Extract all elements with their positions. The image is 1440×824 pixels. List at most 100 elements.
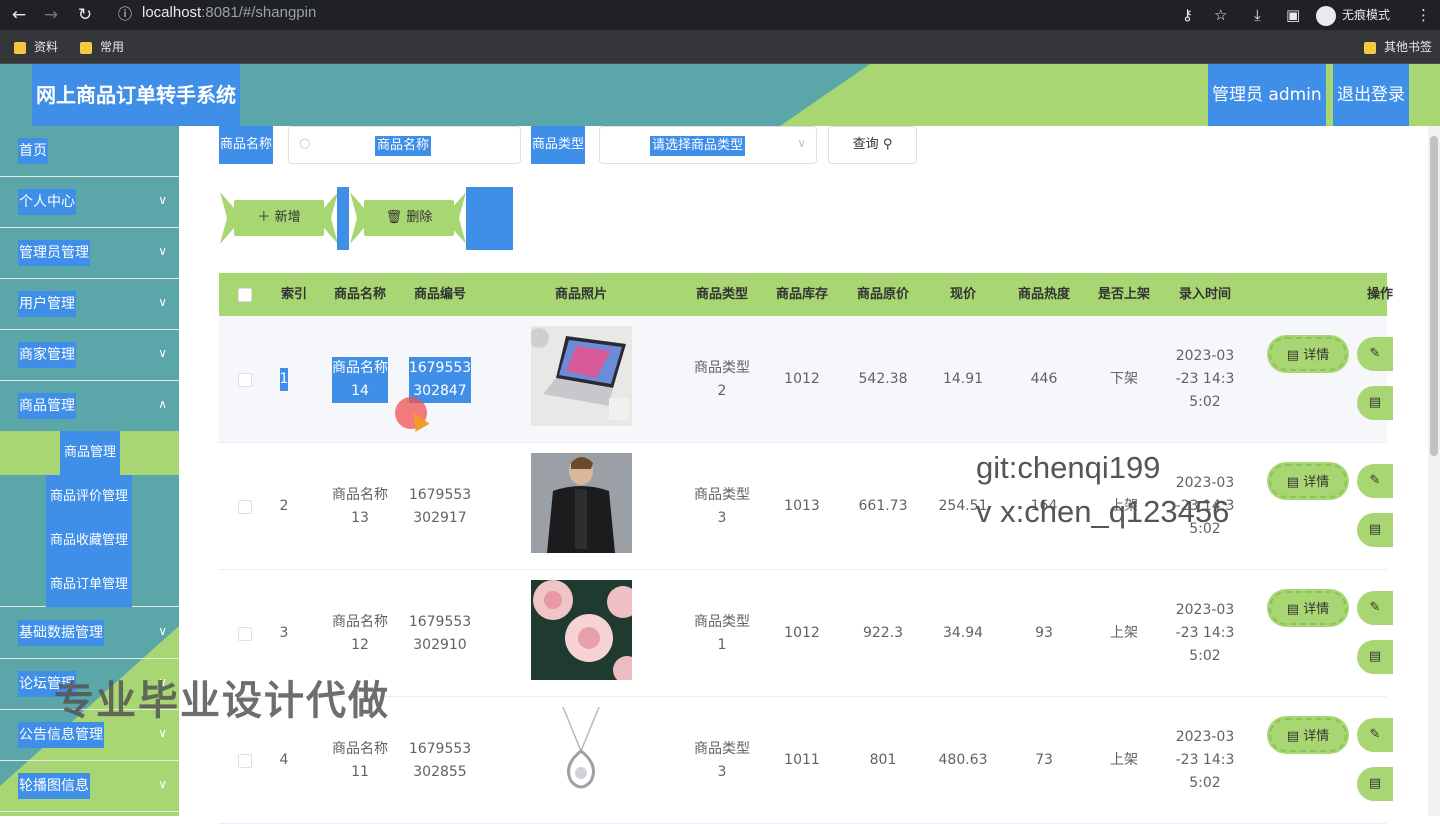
row-status: 上架 bbox=[1110, 625, 1138, 641]
row-status: 上架 bbox=[1110, 498, 1138, 514]
menu-icon[interactable]: ⋮ bbox=[1416, 4, 1431, 26]
table-row[interactable]: 1 商品名称 14 1679553 302847 商品类型 2 1012 542.38… bbox=[219, 316, 1393, 443]
column-header: 操作 bbox=[1367, 287, 1394, 302]
document-icon: ▤ bbox=[1286, 729, 1300, 744]
search-icon: ⚲ bbox=[882, 137, 893, 152]
document-icon: ▤ bbox=[1286, 475, 1300, 490]
row-stock: 1013 bbox=[784, 498, 820, 514]
table-row[interactable]: 3 商品名称 12 1679553 302910 商品类型 1 1012 922.3 … bbox=[219, 570, 1393, 697]
search-name-input[interactable]: ○ 商品名称 bbox=[288, 126, 521, 164]
edit-button[interactable]: ✎ bbox=[1357, 337, 1393, 371]
incognito-indicator[interactable]: 无痕模式 bbox=[1316, 4, 1390, 26]
forward-icon[interactable]: → bbox=[40, 4, 62, 26]
table-row[interactable]: 2 商品名称 13 1679553 302917 商品类型 3 1013 661.73… bbox=[219, 443, 1393, 570]
row-checkbox[interactable] bbox=[238, 500, 252, 514]
delete-button[interactable]: 🗑 删除 bbox=[364, 200, 454, 236]
row-checkbox[interactable] bbox=[238, 373, 252, 387]
chevron-down-icon: ∨ bbox=[158, 777, 167, 791]
row-code: 1679553 302917 bbox=[408, 486, 472, 526]
row-type: 商品类型 3 bbox=[694, 740, 750, 780]
edit-button[interactable]: ✎ bbox=[1357, 464, 1393, 498]
sidebar-item-basedata[interactable]: 基础数据管理 ∨ bbox=[0, 608, 179, 659]
detail-button[interactable]: ▤ 详情 bbox=[1269, 591, 1347, 625]
bookmark-folder-1[interactable]: 资料 bbox=[14, 38, 58, 56]
row-name: 商品名称 14 bbox=[332, 356, 388, 403]
sidebar-subitem-label: 商品管理 bbox=[60, 431, 121, 475]
more-button[interactable]: ▤ bbox=[1357, 386, 1393, 420]
chevron-down-icon: ∨ bbox=[158, 193, 167, 207]
sidebar-item-label: 商品管理 bbox=[18, 393, 76, 419]
more-button[interactable]: ▤ bbox=[1357, 640, 1393, 674]
sidebar-item-label: 轮播图信息 bbox=[18, 773, 90, 799]
sidebar-item-carousel[interactable]: 轮播图信息 ∨ bbox=[0, 761, 179, 812]
row-code: 1679553 302847 bbox=[408, 356, 472, 403]
column-header: 索引 bbox=[280, 287, 307, 302]
sidebar-item-merchants[interactable]: 商家管理 ∨ bbox=[0, 330, 179, 381]
info-icon[interactable]: ⓘ bbox=[114, 4, 136, 26]
document-icon: ▤ bbox=[1368, 522, 1382, 537]
row-name: 商品名称 13 bbox=[332, 486, 388, 526]
detail-button[interactable]: ▤ 详情 bbox=[1269, 464, 1347, 498]
chevron-down-icon: ∨ bbox=[158, 726, 167, 740]
column-header: 商品类型 bbox=[695, 287, 748, 302]
search-type-placeholder: 请选择商品类型 bbox=[650, 136, 746, 156]
row-checkbox[interactable] bbox=[238, 754, 252, 768]
sidebar-item-label: 个人中心 bbox=[18, 189, 76, 215]
add-button-decoration bbox=[220, 192, 234, 244]
more-button[interactable]: ▤ bbox=[1357, 513, 1393, 547]
chevron-down-icon: ∨ bbox=[797, 136, 806, 150]
sidebar-item-label: 商家管理 bbox=[18, 342, 76, 368]
download-icon[interactable]: ⤓ bbox=[1254, 4, 1261, 26]
reload-icon[interactable]: ↻ bbox=[74, 4, 96, 26]
sidebar-item-label: 用户管理 bbox=[18, 291, 76, 317]
row-price: 34.94 bbox=[942, 625, 984, 641]
search-type-select[interactable]: 请选择商品类型 ∨ bbox=[599, 126, 817, 164]
delete-button-decoration bbox=[452, 192, 466, 244]
logout-button[interactable]: 退出登录 bbox=[1333, 64, 1409, 126]
row-heat: 446 bbox=[1030, 371, 1058, 387]
search-name-label: 商品名称 bbox=[219, 126, 274, 164]
add-button[interactable]: ＋ 新增 bbox=[234, 200, 324, 236]
column-header: 商品库存 bbox=[775, 287, 828, 302]
url-text[interactable]: localhost:8081/#/shangpin bbox=[142, 4, 316, 21]
sidebar-item-home[interactable]: 首页 bbox=[0, 126, 179, 177]
sidebar-subitem-label: 商品评价管理 bbox=[46, 475, 133, 519]
query-button[interactable]: 查询 ⚲ bbox=[828, 126, 917, 164]
row-time: 2023-03 -23 14:3 5:02 bbox=[1175, 475, 1235, 537]
sidebar-subitem-label: 商品订单管理 bbox=[46, 563, 133, 607]
sidebar-item-products[interactable]: 商品管理 ∧ bbox=[0, 381, 179, 432]
pencil-icon: ✎ bbox=[1369, 346, 1381, 361]
document-icon: ▤ bbox=[1368, 649, 1382, 664]
detail-button[interactable]: ▤ 详情 bbox=[1269, 337, 1347, 371]
page-scrollbar[interactable] bbox=[1428, 126, 1440, 816]
other-bookmarks[interactable]: 其他书签 bbox=[1364, 38, 1432, 56]
sidebar-subitem-products[interactable]: 商品管理 bbox=[0, 431, 179, 475]
select-all-checkbox[interactable] bbox=[238, 288, 252, 302]
edit-button[interactable]: ✎ bbox=[1357, 591, 1393, 625]
bookmark-folder-2[interactable]: 常用 bbox=[80, 38, 124, 56]
sidebar-item-profile[interactable]: 个人中心 ∨ bbox=[0, 177, 179, 228]
more-button[interactable]: ▤ bbox=[1357, 767, 1393, 801]
sidepanel-icon[interactable]: ▣ bbox=[1286, 4, 1300, 26]
key-icon[interactable]: ⚷ bbox=[1182, 4, 1193, 26]
row-checkbox[interactable] bbox=[238, 627, 252, 641]
back-icon[interactable]: ← bbox=[8, 4, 30, 26]
detail-button[interactable]: ▤ 详情 bbox=[1269, 718, 1347, 752]
sidebar-subitem-reviews[interactable]: 商品评价管理 bbox=[0, 475, 179, 519]
row-type: 商品类型 2 bbox=[694, 359, 750, 399]
sidebar-subitem-orders[interactable]: 商品订单管理 bbox=[0, 563, 179, 607]
column-header: 录入时间 bbox=[1178, 287, 1231, 302]
document-icon: ▤ bbox=[1286, 602, 1300, 617]
star-icon[interactable]: ☆ bbox=[1214, 4, 1227, 26]
table-row[interactable]: 4 商品名称 11 1679553 302855 商品类型 3 1011 801 48… bbox=[219, 697, 1393, 824]
sidebar-subitem-favorites[interactable]: 商品收藏管理 bbox=[0, 519, 179, 563]
bookmark-bar: 资料 常用 其他书签 bbox=[0, 30, 1440, 64]
edit-button[interactable]: ✎ bbox=[1357, 718, 1393, 752]
column-header: 商品编号 bbox=[413, 287, 466, 302]
row-orig-price: 801 bbox=[869, 752, 897, 768]
scrollbar-thumb[interactable] bbox=[1430, 136, 1438, 456]
sidebar-item-users[interactable]: 用户管理 ∨ bbox=[0, 279, 179, 330]
row-price: 254.51 bbox=[938, 498, 988, 514]
sidebar-item-admins[interactable]: 管理员管理 ∨ bbox=[0, 228, 179, 279]
row-orig-price: 922.3 bbox=[862, 625, 904, 641]
